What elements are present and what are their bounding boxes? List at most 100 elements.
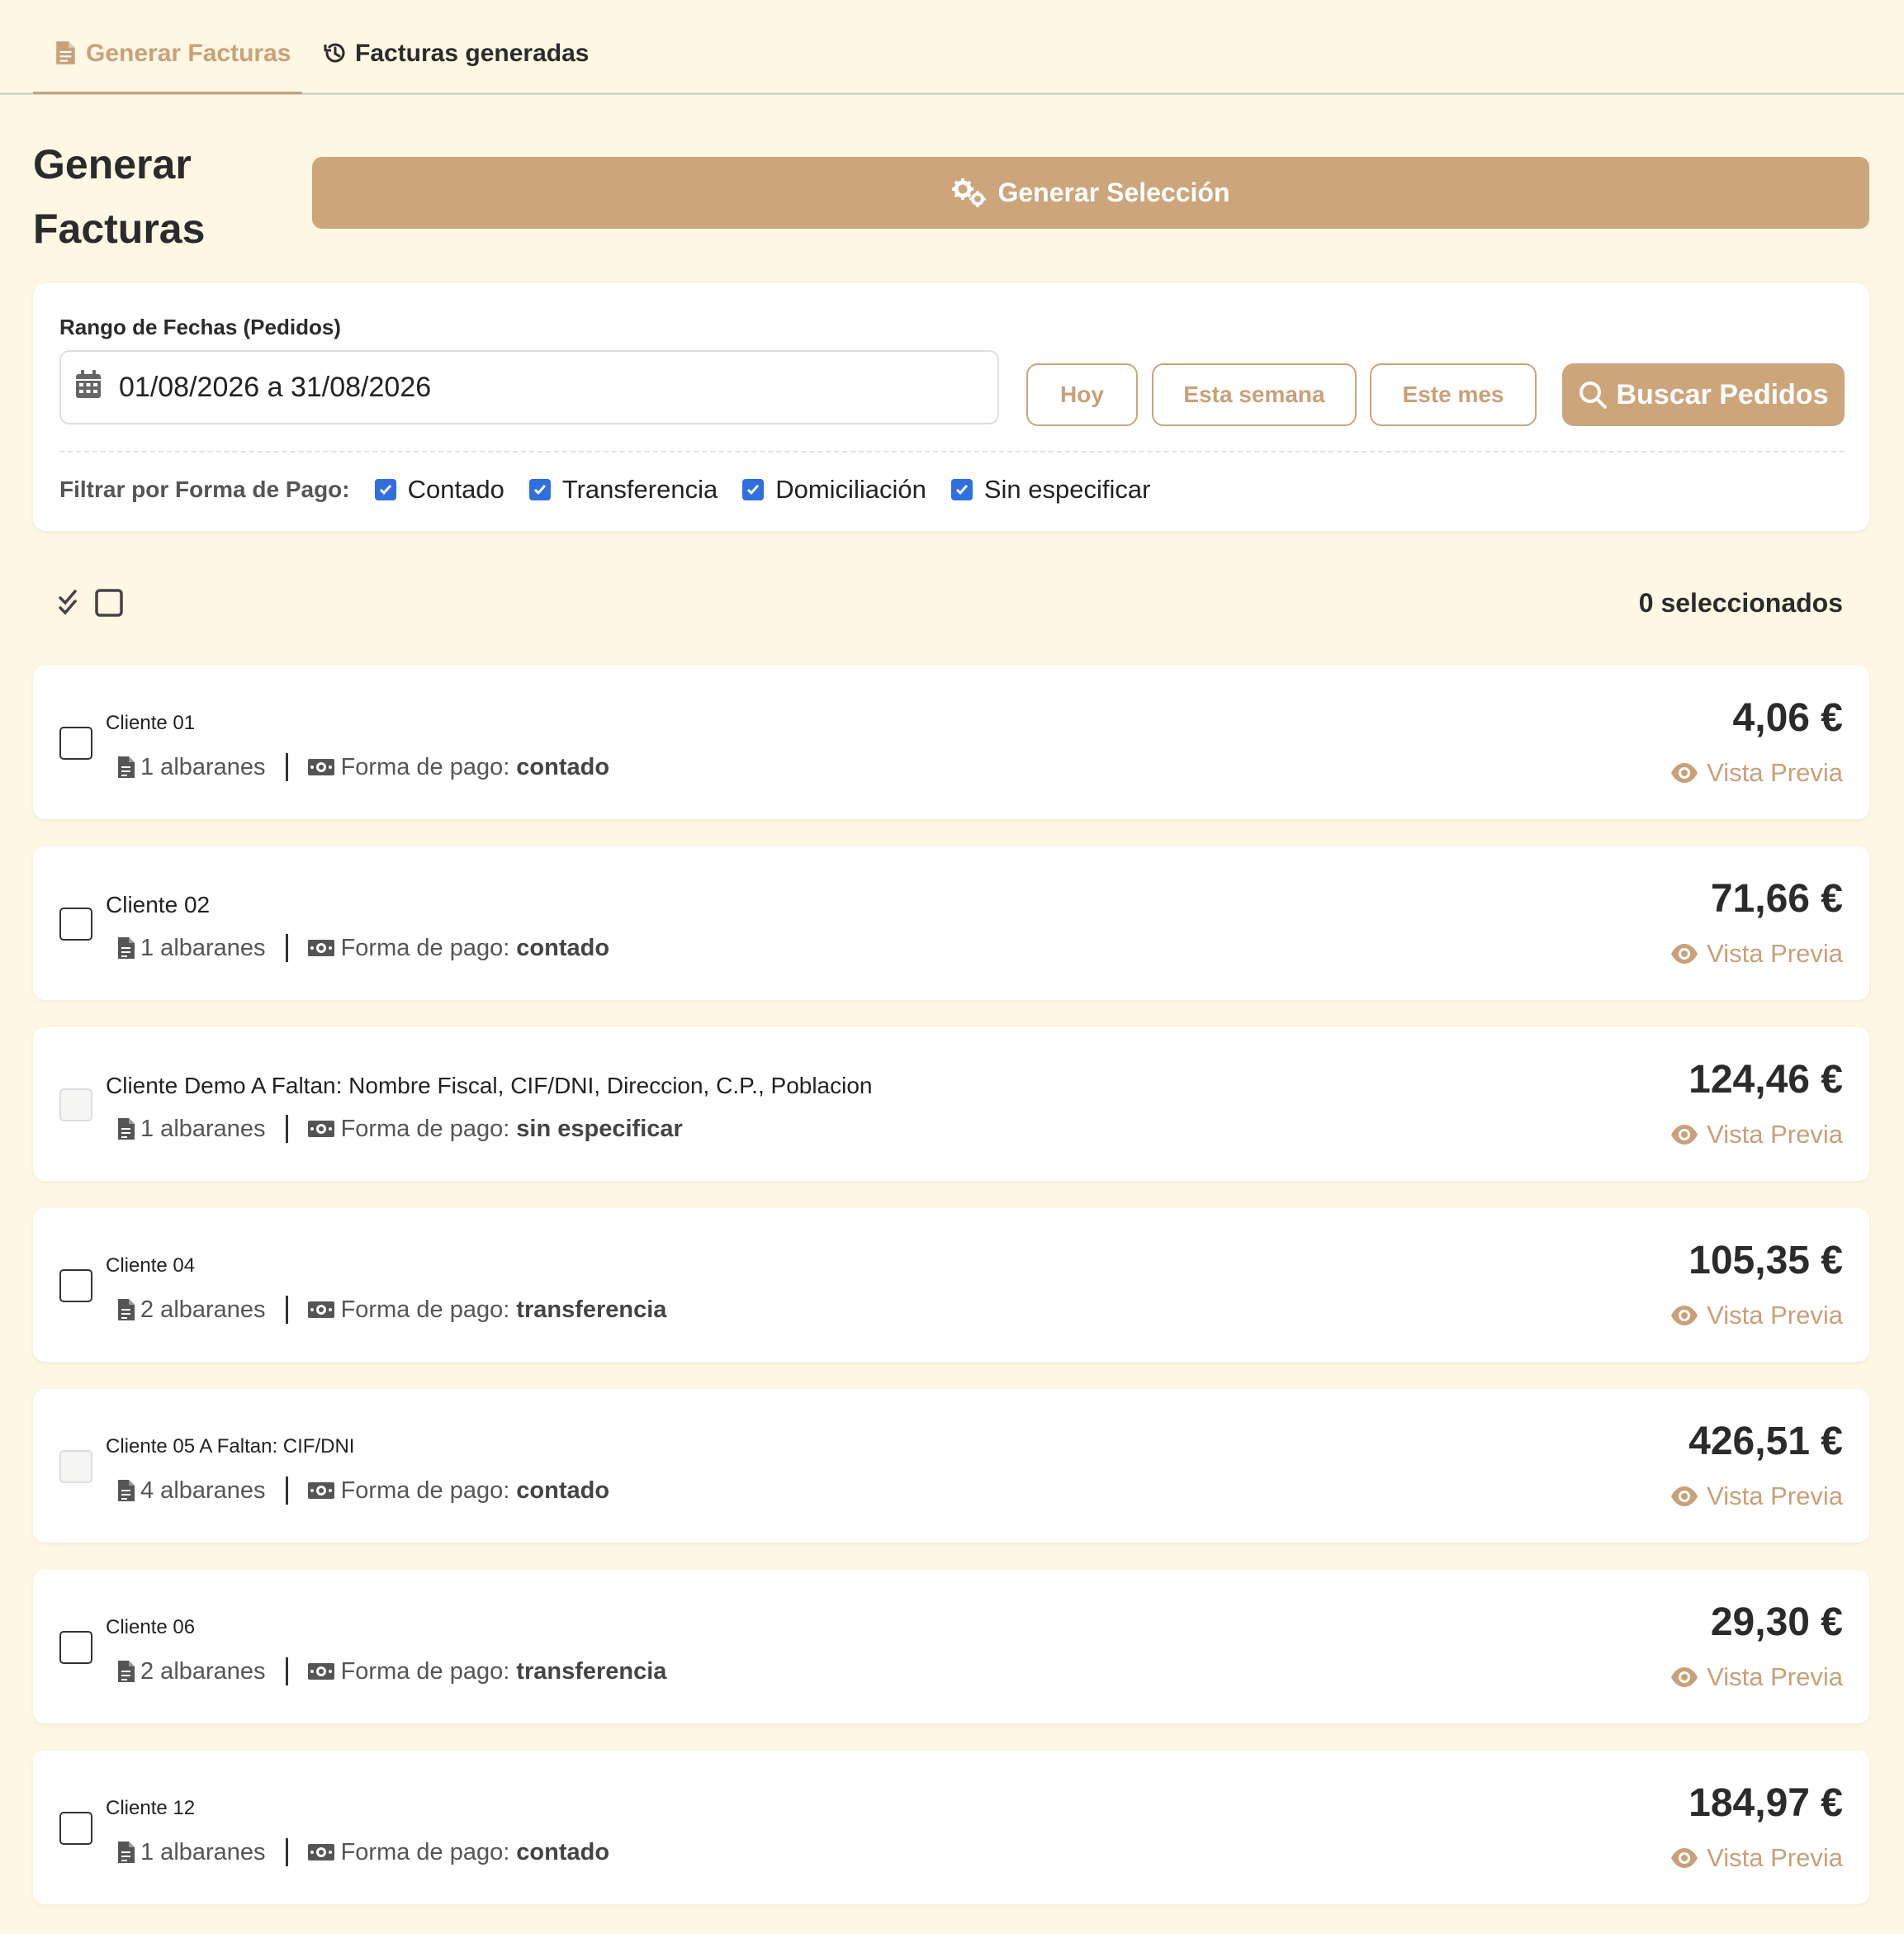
file-icon [118, 1661, 135, 1682]
deselect-all-icon[interactable] [94, 588, 124, 618]
client-checkbox[interactable] [59, 1631, 92, 1664]
checkbox-checked[interactable] [374, 479, 396, 500]
preview-link[interactable]: Vista Previa [1670, 939, 1843, 969]
generate-selection-button[interactable]: Generar Selección [312, 157, 1869, 229]
eye-icon [1671, 944, 1698, 964]
separator [285, 1115, 288, 1143]
payment-prefix: Forma de pago: [340, 1477, 510, 1504]
payment-option-transferencia[interactable]: Transferencia [528, 475, 718, 505]
money-bill-icon [307, 1121, 334, 1137]
preview-link[interactable]: Vista Previa [1670, 1481, 1843, 1511]
payment-option-contado[interactable]: Contado [374, 475, 504, 505]
client-name: Cliente 12 [106, 1797, 196, 1819]
separator [285, 1838, 288, 1866]
invoice-amount: 184,97 € [1688, 1781, 1843, 1825]
check-icon [955, 485, 968, 495]
payment-method: sin especificar [516, 1115, 683, 1142]
payment-prefix: Forma de pago: [340, 1838, 510, 1865]
eye-icon [1671, 1667, 1698, 1687]
select-all-icon[interactable] [58, 588, 88, 618]
albaranes-count: 4 albaranes [140, 1477, 266, 1504]
albaranes-count: 1 albaranes [140, 753, 266, 780]
filter-panel: Rango de Fechas (Pedidos) Hoy Esta seman… [33, 283, 1869, 531]
client-checkbox[interactable] [59, 727, 92, 760]
preview-link[interactable]: Vista Previa [1670, 1120, 1843, 1149]
invoice-amount: 71,66 € [1710, 877, 1843, 921]
invoice-amount: 29,30 € [1710, 1600, 1843, 1644]
separator [285, 1296, 288, 1324]
preview-link[interactable]: Vista Previa [1670, 1301, 1843, 1330]
payment-prefix: Forma de pago: [340, 934, 510, 961]
file-icon [118, 1480, 135, 1501]
payment-option-sin-especificar[interactable]: Sin especificar [950, 475, 1150, 505]
client-checkbox[interactable] [59, 1269, 92, 1302]
client-meta: 2 albaranes Forma de pago: transferencia [117, 1657, 666, 1685]
client-checkbox[interactable] [59, 908, 92, 941]
date-range-label: Rango de Fechas (Pedidos) [59, 315, 341, 339]
eye-icon [1671, 1306, 1698, 1325]
payment-method: contado [516, 934, 610, 961]
search-orders-label: Buscar Pedidos [1616, 378, 1829, 410]
checkbox-checked[interactable] [950, 479, 973, 500]
separator [285, 1657, 288, 1685]
file-icon [118, 937, 135, 959]
client-card: Cliente 05 A Faltan: CIF/DNI 4 albaranes [33, 1389, 1869, 1543]
payment-method: transferencia [516, 1296, 667, 1323]
money-bill-icon [307, 940, 334, 956]
albaranes-count: 1 albaranes [140, 1838, 266, 1865]
payment-prefix: Forma de pago: [340, 1657, 510, 1685]
invoice-amount: 124,46 € [1688, 1058, 1843, 1102]
payment-option-domiciliacion[interactable]: Domiciliación [742, 475, 926, 505]
client-checkbox[interactable] [59, 1812, 92, 1845]
this-month-button[interactable]: Este mes [1370, 363, 1537, 426]
search-icon [1579, 382, 1607, 409]
client-meta: 1 albaranes Forma de pago: contado [117, 753, 609, 781]
client-meta: 2 albaranes Forma de pago: transferencia [117, 1296, 666, 1324]
eye-icon [1671, 1125, 1698, 1145]
date-range-field[interactable] [59, 350, 999, 424]
selected-count: 0 seleccionados [1638, 588, 1843, 618]
preview-link[interactable]: Vista Previa [1670, 758, 1843, 788]
preview-label: Vista Previa [1707, 1843, 1843, 1872]
calendar-icon [76, 370, 101, 398]
albaranes-count: 2 albaranes [140, 1657, 266, 1685]
client-meta: 1 albaranes Forma de pago: contado [117, 1838, 609, 1866]
history-icon [324, 43, 345, 63]
albaranes-count: 1 albaranes [140, 934, 266, 961]
tab-facturas-generadas[interactable]: Facturas generadas [324, 40, 589, 94]
page-title: Generar Facturas [33, 141, 206, 252]
albaranes-count: 1 albaranes [140, 1115, 266, 1142]
money-bill-icon [307, 759, 334, 775]
tab-generar-facturas[interactable]: Generar Facturas [33, 40, 302, 94]
file-icon [118, 1842, 135, 1863]
search-orders-button[interactable]: Buscar Pedidos [1562, 363, 1845, 426]
tab-label: Generar Facturas [86, 40, 291, 67]
money-bill-icon [307, 1301, 334, 1318]
checkbox-checked[interactable] [528, 479, 551, 500]
money-bill-icon [307, 1663, 334, 1680]
eye-icon [1671, 1486, 1698, 1506]
payment-option-label: Transferencia [561, 475, 718, 504]
date-range-input[interactable] [119, 371, 945, 404]
preview-link[interactable]: Vista Previa [1670, 1843, 1843, 1873]
client-checkbox [59, 1088, 92, 1121]
payment-filter-label: Filtrar por Forma de Pago: [59, 476, 350, 502]
preview-link[interactable]: Vista Previa [1670, 1662, 1843, 1692]
today-button[interactable]: Hoy [1026, 363, 1138, 426]
client-name: Cliente 05 A Faltan: CIF/DNI [106, 1435, 355, 1458]
client-name: Cliente 06 [106, 1616, 196, 1638]
eye-icon [1671, 1848, 1698, 1868]
invoice-amount: 4,06 € [1732, 696, 1843, 740]
this-week-button[interactable]: Esta semana [1152, 363, 1357, 426]
tab-label: Facturas generadas [355, 40, 590, 67]
preview-label: Vista Previa [1707, 1481, 1843, 1510]
preview-label: Vista Previa [1707, 1301, 1843, 1330]
gears-icon [952, 178, 987, 207]
file-icon [118, 1118, 135, 1140]
check-icon [533, 485, 546, 495]
client-name: Cliente 01 [106, 712, 196, 734]
payment-prefix: Forma de pago: [340, 1296, 510, 1323]
client-card: Cliente Demo A Faltan: Nombre Fiscal, CI… [33, 1027, 1869, 1181]
invoice-amount: 426,51 € [1688, 1420, 1843, 1463]
checkbox-checked[interactable] [742, 479, 765, 500]
